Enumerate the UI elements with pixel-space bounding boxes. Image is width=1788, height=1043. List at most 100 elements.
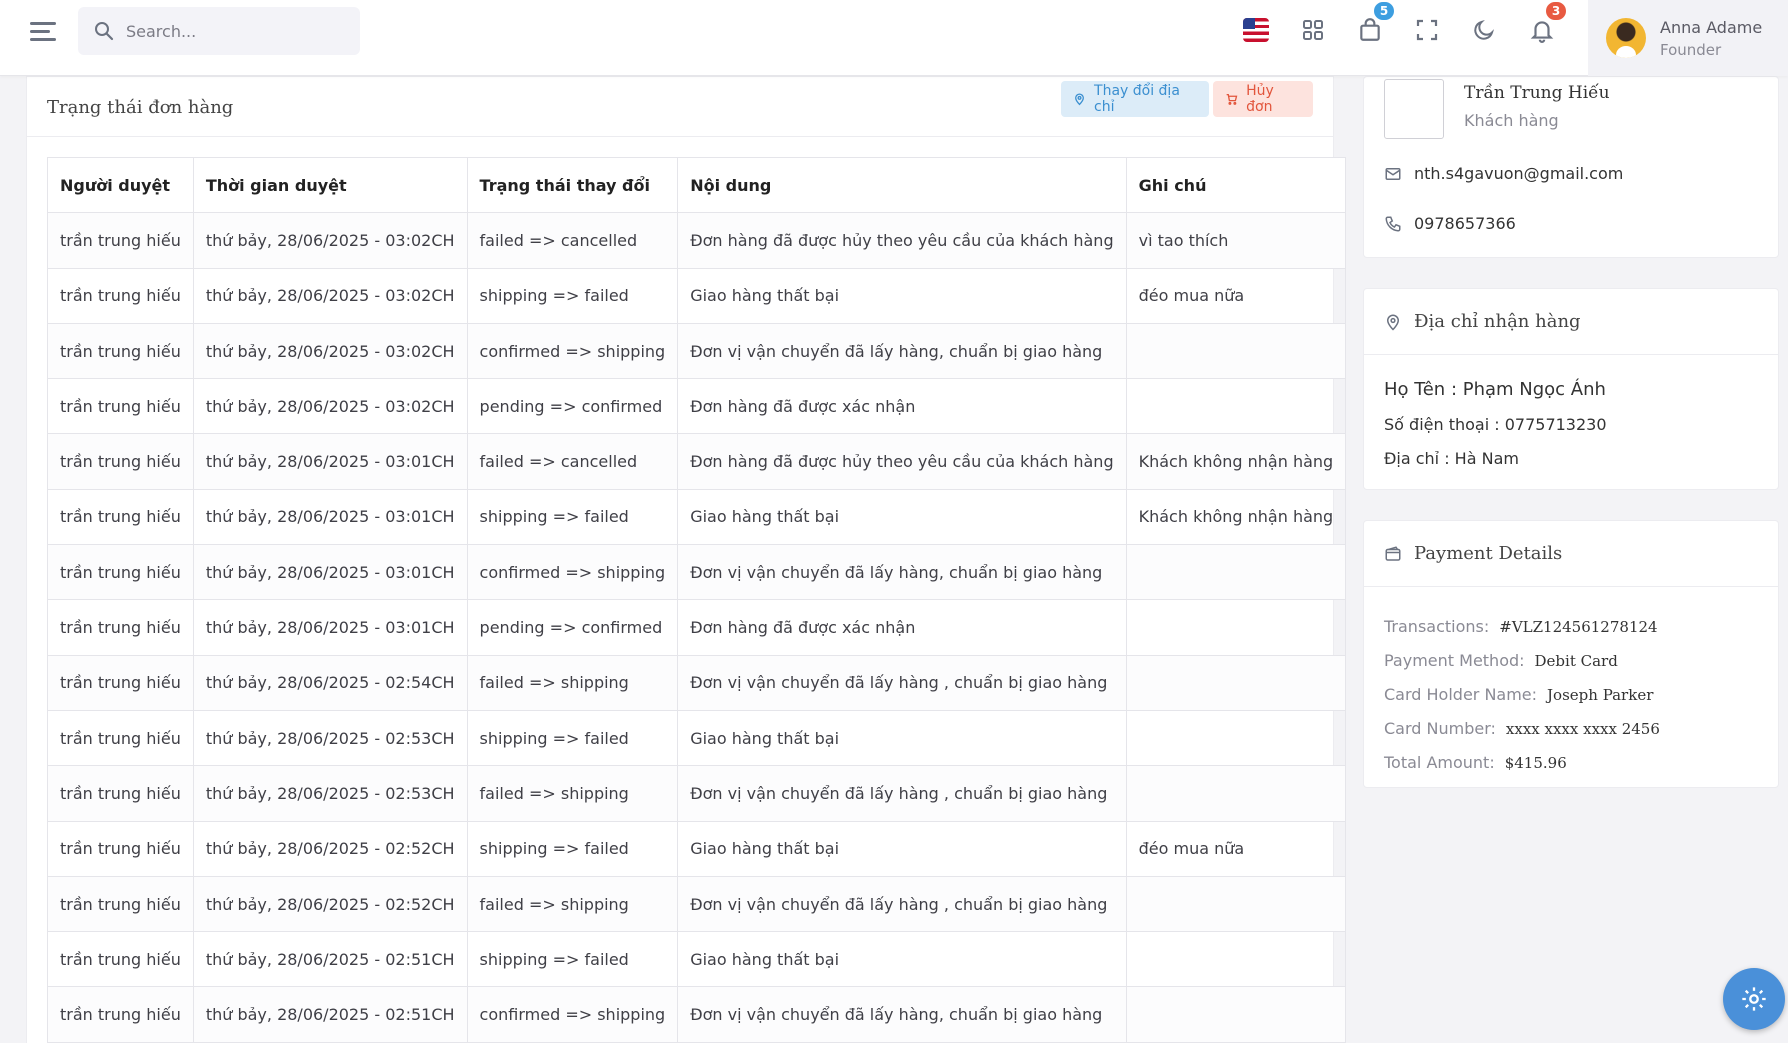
language-flag-button[interactable] <box>1240 14 1272 46</box>
recipient-address: Địa chỉ : Hà Nam <box>1384 449 1519 468</box>
total-label: Total Amount: <box>1384 753 1495 772</box>
status-change-cell: failed => shipping <box>466 654 679 711</box>
status-change-cell: failed => shipping <box>466 875 679 933</box>
approval-time-cell: thứ bảy, 28/06/2025 - 02:54CH <box>192 654 468 711</box>
card-holder-row: Card Holder Name: Joseph Parker <box>1384 685 1653 704</box>
approval-time-cell: thứ bảy, 28/06/2025 - 02:51CH <box>192 986 468 1043</box>
note-cell: vì tao thích <box>1125 212 1347 269</box>
payment-details-header: Payment Details <box>1364 521 1778 587</box>
note-cell <box>1125 875 1347 933</box>
wallet-icon <box>1385 545 1401 561</box>
table-row: trần trung hiếu thứ bảy, 28/06/2025 - 02:… <box>47 931 1347 988</box>
customer-image <box>1384 79 1444 139</box>
approver-cell: trần trung hiếu <box>47 986 194 1043</box>
table-row: trần trung hiếu thứ bảy, 28/06/2025 - 02:… <box>47 765 1347 822</box>
note-cell <box>1125 378 1347 435</box>
fullscreen-icon <box>1416 19 1438 41</box>
change-address-button[interactable]: Thay đổi địa chỉ <box>1061 81 1209 117</box>
change-address-label: Thay đổi địa chỉ <box>1094 83 1180 115</box>
approver-cell: trần trung hiếu <box>47 820 194 877</box>
shipping-address-header: Địa chỉ nhận hàng <box>1364 289 1778 355</box>
card-number-value: xxxx xxxx xxxx 2456 <box>1505 720 1660 738</box>
col-approval-time: Thời gian duyệt <box>192 156 468 214</box>
note-cell: đéo mua nữa <box>1125 820 1347 877</box>
holder-value: Joseph Parker <box>1547 686 1654 704</box>
search-box <box>78 7 360 55</box>
notifications-button[interactable]: 3 <box>1526 0 1568 46</box>
holder-label: Card Holder Name: <box>1384 685 1538 704</box>
content-cell: Đơn vị vận chuyển đã lấy hàng, chuẩn bị … <box>677 544 1127 601</box>
table-row: trần trung hiếu thứ bảy, 28/06/2025 - 02:… <box>47 875 1347 933</box>
table-row: trần trung hiếu thứ bảy, 28/06/2025 - 03:… <box>47 267 1347 324</box>
moon-icon <box>1474 19 1495 40</box>
status-change-cell: failed => cancelled <box>466 212 679 269</box>
top-navbar: 5 3 Anna Adame Founder <box>0 0 1788 76</box>
approval-time-cell: thứ bảy, 28/06/2025 - 02:53CH <box>192 765 468 822</box>
total-amount-row: Total Amount: $415.96 <box>1384 753 1567 772</box>
status-change-cell: shipping => failed <box>466 267 679 324</box>
card-number-row: Card Number: xxxx xxxx xxxx 2456 <box>1384 719 1660 738</box>
fullscreen-button[interactable] <box>1411 14 1443 46</box>
customer-email[interactable]: nth.s4gavuon@gmail.com <box>1414 164 1623 183</box>
status-change-cell: failed => shipping <box>466 765 679 822</box>
approval-time-cell: thứ bảy, 28/06/2025 - 03:01CH <box>192 488 468 546</box>
col-content: Nội dung <box>677 156 1127 214</box>
cart-button[interactable]: 5 <box>1354 0 1396 46</box>
note-cell: Khách không nhận hàng <box>1125 433 1347 490</box>
transactions-value: #VLZ124561278124 <box>1499 618 1658 636</box>
col-approver: Người duyệt <box>47 156 194 214</box>
content-cell: Đơn vị vận chuyển đã lấy hàng , chuẩn bị… <box>677 765 1127 822</box>
user-role: Founder <box>1660 40 1722 59</box>
approval-time-cell: thứ bảy, 28/06/2025 - 03:01CH <box>192 599 468 656</box>
content-cell: Giao hàng thất bại <box>677 931 1127 988</box>
content-cell: Đơn hàng đã được xác nhận <box>677 599 1127 656</box>
recipient-name: Họ Tên : Phạm Ngọc Ánh <box>1384 379 1606 400</box>
note-cell <box>1125 765 1347 822</box>
approver-cell: trần trung hiếu <box>47 765 194 822</box>
approver-cell: trần trung hiếu <box>47 322 194 380</box>
table-row: trần trung hiếu thứ bảy, 28/06/2025 - 03:… <box>47 433 1347 490</box>
status-change-cell: shipping => failed <box>466 820 679 877</box>
content-cell: Đơn vị vận chuyển đã lấy hàng, chuẩn bị … <box>677 986 1127 1043</box>
order-status-title: Trạng thái đơn hàng <box>47 97 234 118</box>
customer-phone[interactable]: 0978657366 <box>1414 214 1516 233</box>
approval-time-cell: thứ bảy, 28/06/2025 - 02:53CH <box>192 709 468 767</box>
table-row: trần trung hiếu thứ bảy, 28/06/2025 - 03:… <box>47 599 1347 656</box>
order-status-card: Trạng thái đơn hàng Thay đổi địa chỉ Hủy… <box>26 76 1347 1043</box>
approval-time-cell: thứ bảy, 28/06/2025 - 03:02CH <box>192 378 468 435</box>
dark-mode-button[interactable] <box>1468 14 1500 46</box>
menu-toggle-icon[interactable] <box>30 20 58 44</box>
approval-time-cell: thứ bảy, 28/06/2025 - 03:01CH <box>192 544 468 601</box>
cancel-order-button[interactable]: Hủy đơn <box>1213 81 1313 117</box>
note-cell <box>1125 709 1347 767</box>
apps-grid-icon <box>1303 20 1323 40</box>
status-change-cell: confirmed => shipping <box>466 986 679 1043</box>
approval-time-cell: thứ bảy, 28/06/2025 - 03:02CH <box>192 212 468 269</box>
content-cell: Giao hàng thất bại <box>677 267 1127 324</box>
approval-time-cell: thứ bảy, 28/06/2025 - 02:52CH <box>192 875 468 933</box>
approver-cell: trần trung hiếu <box>47 875 194 933</box>
user-name: Anna Adame <box>1660 17 1763 37</box>
total-value: $415.96 <box>1504 754 1567 772</box>
note-cell: Khách không nhận hàng <box>1125 488 1347 546</box>
customer-email-row: nth.s4gavuon@gmail.com <box>1384 164 1623 183</box>
approver-cell: trần trung hiếu <box>47 709 194 767</box>
user-profile-menu[interactable]: Anna Adame Founder <box>1588 0 1788 76</box>
table-row: trần trung hiếu thứ bảy, 28/06/2025 - 02:… <box>47 820 1347 877</box>
content-cell: Đơn vị vận chuyển đã lấy hàng , chuẩn bị… <box>677 875 1127 933</box>
notification-count-badge: 3 <box>1544 0 1568 22</box>
table-header-row: Người duyệt Thời gian duyệt Trạng thái t… <box>47 156 1347 214</box>
apps-button[interactable] <box>1297 14 1329 46</box>
status-change-cell: confirmed => shipping <box>466 544 679 601</box>
card-number-label: Card Number: <box>1384 719 1496 738</box>
settings-fab-button[interactable] <box>1723 968 1785 1030</box>
table-row: trần trung hiếu thứ bảy, 28/06/2025 - 03:… <box>47 212 1347 269</box>
content-cell: Đơn hàng đã được hủy theo yêu cầu của kh… <box>677 212 1127 269</box>
content-cell: Giao hàng thất bại <box>677 820 1127 877</box>
note-cell <box>1125 544 1347 601</box>
approver-cell: trần trung hiếu <box>47 599 194 656</box>
content-cell: Đơn vị vận chuyển đã lấy hàng, chuẩn bị … <box>677 322 1127 380</box>
search-input[interactable] <box>126 21 346 41</box>
gear-icon <box>1742 987 1766 1011</box>
payment-method-row: Payment Method: Debit Card <box>1384 651 1618 670</box>
